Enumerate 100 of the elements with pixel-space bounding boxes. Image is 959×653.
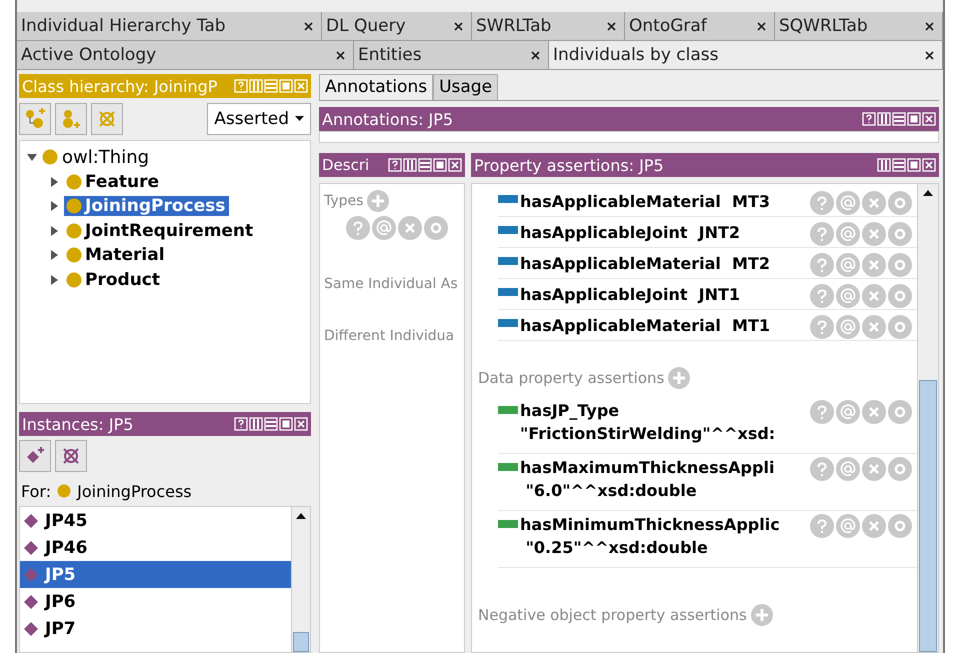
delete-icon[interactable]	[862, 457, 886, 481]
close-icon[interactable]	[336, 50, 345, 60]
at-icon[interactable]	[836, 190, 860, 214]
max-icon[interactable]	[907, 112, 921, 126]
individual-item[interactable]: JP5	[20, 561, 291, 588]
property-assertion[interactable]: hasApplicableJoint JNT1	[520, 284, 810, 304]
property-assertion[interactable]: hasApplicableMaterial MT1	[520, 316, 810, 334]
edit-icon[interactable]	[888, 284, 912, 308]
at-icon[interactable]	[836, 252, 860, 276]
delete-icon[interactable]	[862, 190, 886, 214]
add-icon[interactable]	[750, 604, 773, 626]
add-subclass-button[interactable]	[19, 103, 51, 135]
delete-icon[interactable]	[862, 314, 886, 338]
collapsed-arrow-icon[interactable]	[48, 274, 60, 286]
delete-icon[interactable]	[862, 222, 886, 246]
split-v-icon[interactable]	[249, 417, 263, 431]
max-icon[interactable]	[279, 417, 293, 431]
property-name[interactable]: hasMaximumThicknessAppli	[520, 458, 810, 477]
delete-icon[interactable]	[862, 514, 886, 538]
close-icon[interactable]	[607, 22, 616, 30]
split-v-icon[interactable]	[403, 158, 417, 172]
tree-item[interactable]: Feature	[64, 172, 164, 192]
add-individual-button[interactable]	[19, 440, 51, 472]
tree-item[interactable]: Material	[64, 245, 169, 266]
tree-item[interactable]: JoiningProcess	[64, 196, 230, 216]
close-icon[interactable]	[925, 50, 934, 60]
scroll-thumb[interactable]	[919, 380, 937, 652]
help-icon[interactable]	[234, 417, 248, 431]
split-v-icon[interactable]	[877, 112, 891, 126]
edit-icon[interactable]	[888, 314, 912, 338]
tab[interactable]: SWRLTab	[472, 12, 625, 40]
tab[interactable]: DL Query	[322, 12, 472, 40]
individual-item[interactable]: JP46	[20, 534, 291, 561]
edit-icon[interactable]	[888, 457, 912, 481]
scroll-thumb[interactable]	[293, 632, 309, 652]
scrollbar[interactable]	[917, 184, 938, 652]
tab[interactable]: SQWRLTab	[775, 12, 943, 40]
collapsed-arrow-icon[interactable]	[48, 176, 60, 188]
individual-item[interactable]: JP7	[20, 615, 291, 642]
close-icon[interactable]	[304, 22, 313, 30]
delete-icon[interactable]	[862, 252, 886, 276]
tree-item[interactable]: Product	[64, 270, 164, 290]
tab[interactable]: OntoGraf	[625, 12, 775, 40]
at-icon[interactable]	[372, 216, 396, 240]
property-name[interactable]: hasJP_Type	[520, 401, 810, 420]
add-icon[interactable]	[668, 367, 690, 389]
delete-icon[interactable]	[862, 400, 886, 424]
split-h-icon[interactable]	[892, 112, 906, 126]
split-h-icon[interactable]	[418, 158, 432, 172]
split-h-icon[interactable]	[892, 158, 906, 172]
property-name[interactable]: hasMinimumThicknessApplic	[520, 515, 810, 534]
at-icon[interactable]	[836, 457, 860, 481]
help-icon[interactable]	[862, 112, 876, 126]
close-icon[interactable]	[757, 22, 766, 30]
close-icon[interactable]	[531, 50, 540, 60]
collapsed-arrow-icon[interactable]	[48, 200, 60, 212]
delete-individual-button[interactable]	[55, 440, 87, 472]
edit-icon[interactable]	[888, 222, 912, 246]
max-icon[interactable]	[907, 158, 921, 172]
at-icon[interactable]	[836, 284, 860, 308]
view-mode-dropdown[interactable]: Asserted	[207, 103, 311, 135]
collapsed-arrow-icon[interactable]	[48, 224, 60, 237]
at-icon[interactable]	[836, 400, 860, 424]
scrollbar[interactable]	[291, 507, 310, 652]
tab[interactable]: Individuals by class	[549, 41, 943, 69]
at-icon[interactable]	[836, 222, 860, 246]
collapsed-arrow-icon[interactable]	[48, 249, 60, 262]
delete-icon[interactable]	[398, 216, 422, 240]
close-icon[interactable]	[454, 22, 463, 30]
edit-icon[interactable]	[888, 514, 912, 538]
tab[interactable]: Entities	[354, 41, 549, 69]
delete-icon[interactable]	[862, 284, 886, 308]
add-icon[interactable]	[367, 190, 390, 212]
split-v-icon[interactable]	[877, 158, 891, 172]
at-icon[interactable]	[836, 314, 860, 338]
property-assertion[interactable]: hasApplicableMaterial MT2	[520, 254, 810, 272]
at-icon[interactable]	[836, 514, 860, 538]
close-icon[interactable]	[925, 22, 934, 30]
property-assertion[interactable]: hasApplicableMaterial MT3	[520, 192, 810, 210]
add-sibling-button[interactable]	[55, 103, 87, 135]
scroll-up-icon[interactable]	[923, 190, 933, 196]
delete-class-button[interactable]	[91, 103, 123, 135]
individual-item[interactable]: JP45	[20, 507, 291, 534]
expanded-arrow-icon[interactable]	[26, 151, 38, 164]
edit-icon[interactable]	[888, 190, 912, 214]
tab[interactable]: Active Ontology	[17, 41, 354, 69]
property-assertion[interactable]: hasApplicableJoint JNT2	[520, 222, 810, 242]
tab[interactable]: Usage	[433, 74, 498, 100]
tree-item[interactable]: owl:Thing	[62, 146, 150, 168]
individual-item[interactable]: JP6	[20, 588, 291, 615]
tab[interactable]: Annotations	[319, 74, 434, 100]
tree-item[interactable]: JointRequirement	[64, 220, 258, 241]
edit-icon[interactable]	[888, 252, 912, 276]
edit-icon[interactable]	[888, 400, 912, 424]
tab[interactable]: Individual Hierarchy Tab	[17, 12, 322, 40]
split-h-icon[interactable]	[264, 417, 278, 431]
scroll-up-icon[interactable]	[296, 513, 306, 519]
help-icon[interactable]	[388, 158, 402, 172]
max-icon[interactable]	[433, 158, 447, 172]
edit-icon[interactable]	[424, 216, 448, 240]
